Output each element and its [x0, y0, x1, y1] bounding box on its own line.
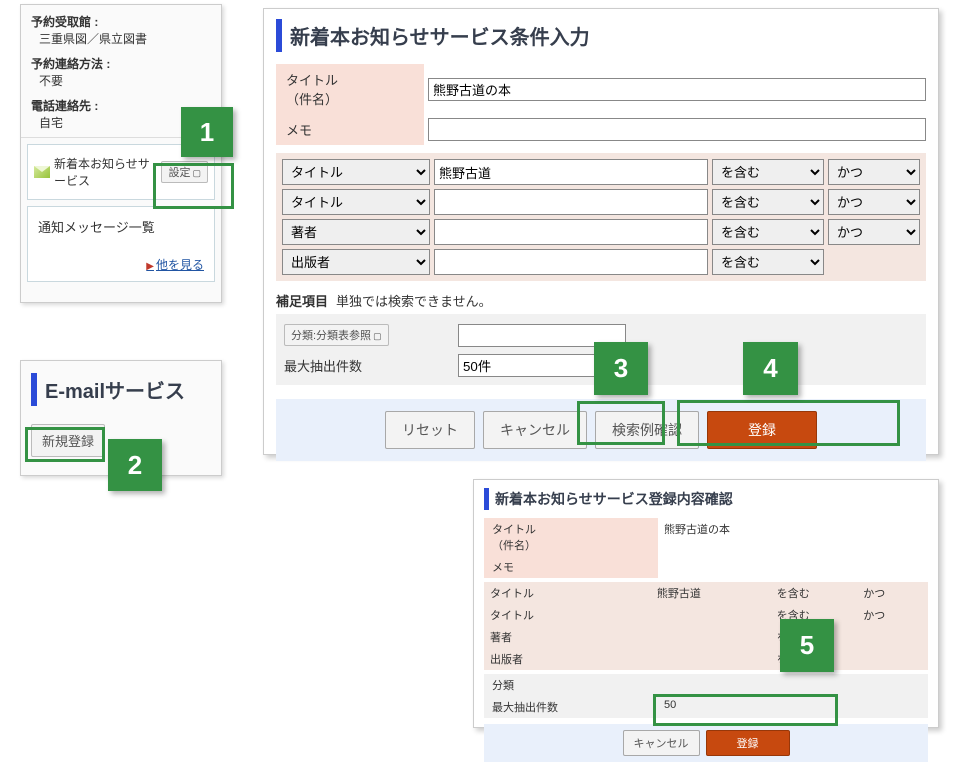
join-select-1[interactable]: かつ	[828, 159, 920, 185]
c-class-label: 分類	[484, 674, 658, 696]
field-select-3[interactable]: 著者	[282, 219, 430, 245]
condition-row-1: タイトル を含む かつ	[282, 159, 920, 185]
c-m1: を含む	[771, 582, 858, 604]
c-f1: タイトル	[484, 582, 651, 604]
pickup-label: 予約受取館 :	[31, 13, 211, 30]
email-service-title: E-mailサービス	[31, 373, 211, 406]
settings-button[interactable]: 設定▢	[161, 161, 208, 183]
dropdown-icon: ▢	[373, 331, 382, 341]
match-select-4[interactable]: を含む	[712, 249, 824, 275]
field-title-label: タイトル （件名）	[276, 64, 424, 114]
term-input-1[interactable]	[434, 159, 708, 185]
c-max-value: 50	[658, 696, 928, 718]
register-button[interactable]: 登録	[707, 411, 817, 449]
condition-row-4: 出版者 を含む	[282, 249, 920, 275]
step-marker-3: 3	[594, 342, 648, 395]
reset-button[interactable]: リセット	[385, 411, 475, 449]
c-f2: タイトル	[484, 604, 651, 626]
classification-ref-button[interactable]: 分類:分類表参照▢	[284, 324, 389, 346]
c-title-value: 熊野古道の本	[658, 518, 928, 556]
mail-icon	[34, 166, 50, 178]
search-example-button[interactable]: 検索例確認	[595, 411, 699, 449]
confirm-register-button[interactable]: 登録	[706, 730, 790, 756]
max-extract-label: 最大抽出件数	[276, 352, 454, 379]
confirm-title: 新着本お知らせサービス登録内容確認	[484, 488, 928, 510]
term-input-3[interactable]	[434, 219, 708, 245]
field-select-1[interactable]: タイトル	[282, 159, 430, 185]
field-select-2[interactable]: タイトル	[282, 189, 430, 215]
c-title-label: タイトル （件名）	[484, 518, 658, 556]
join-select-3[interactable]: かつ	[828, 219, 920, 245]
supplementary-header: 補足項目単独では検索できません。	[276, 291, 926, 310]
panel-title: 新着本お知らせサービス条件入力	[276, 19, 926, 52]
c-memo-value	[658, 556, 928, 578]
match-select-1[interactable]: を含む	[712, 159, 824, 185]
contact-label: 予約連絡方法 :	[31, 55, 211, 72]
condition-row-3: 著者 を含む かつ	[282, 219, 920, 245]
confirm-panel: 新着本お知らせサービス登録内容確認 タイトル （件名）熊野古道の本 メモ タイト…	[473, 479, 939, 728]
step-marker-2: 2	[108, 439, 162, 491]
cancel-button[interactable]: キャンセル	[483, 411, 587, 449]
field-select-4[interactable]: 出版者	[282, 249, 430, 275]
term-input-2[interactable]	[434, 189, 708, 215]
step-marker-5: 5	[780, 619, 834, 672]
c-j2: かつ	[857, 604, 928, 626]
c-memo-label: メモ	[484, 556, 658, 578]
c-t1: 熊野古道	[651, 582, 771, 604]
c-f3: 著者	[484, 626, 651, 648]
memo-input[interactable]	[428, 118, 926, 141]
term-input-4[interactable]	[434, 249, 708, 275]
field-memo-label: メモ	[276, 114, 424, 145]
c-max-label: 最大抽出件数	[484, 696, 658, 718]
message-list-box: 通知メッセージ一覧 他を見る	[27, 206, 215, 282]
new-arrival-service-label: 新着本お知らせサービス	[54, 155, 157, 189]
condition-area: タイトル を含む かつ タイトル を含む かつ 著者 を含む かつ 出版者 を含…	[276, 153, 926, 281]
message-list-title: 通知メッセージ一覧	[38, 217, 204, 236]
confirm-cancel-button[interactable]: キャンセル	[623, 730, 700, 756]
title-input[interactable]	[428, 78, 926, 101]
match-select-3[interactable]: を含む	[712, 219, 824, 245]
step-marker-4: 4	[743, 342, 798, 395]
see-other-link[interactable]: 他を見る	[146, 256, 204, 273]
new-registration-button[interactable]: 新規登録	[31, 424, 105, 457]
contact-value: 不要	[39, 72, 211, 89]
button-bar: リセット キャンセル 検索例確認 登録	[276, 399, 926, 461]
dropdown-icon: ▢	[192, 168, 201, 178]
match-select-2[interactable]: を含む	[712, 189, 824, 215]
c-j1: かつ	[857, 582, 928, 604]
join-select-2[interactable]: かつ	[828, 189, 920, 215]
confirm-button-bar: キャンセル 登録	[484, 724, 928, 762]
pickup-value: 三重県図／県立図書	[39, 30, 211, 47]
condition-row-2: タイトル を含む かつ	[282, 189, 920, 215]
step-marker-1: 1	[181, 107, 233, 157]
c-f4: 出版者	[484, 648, 651, 670]
